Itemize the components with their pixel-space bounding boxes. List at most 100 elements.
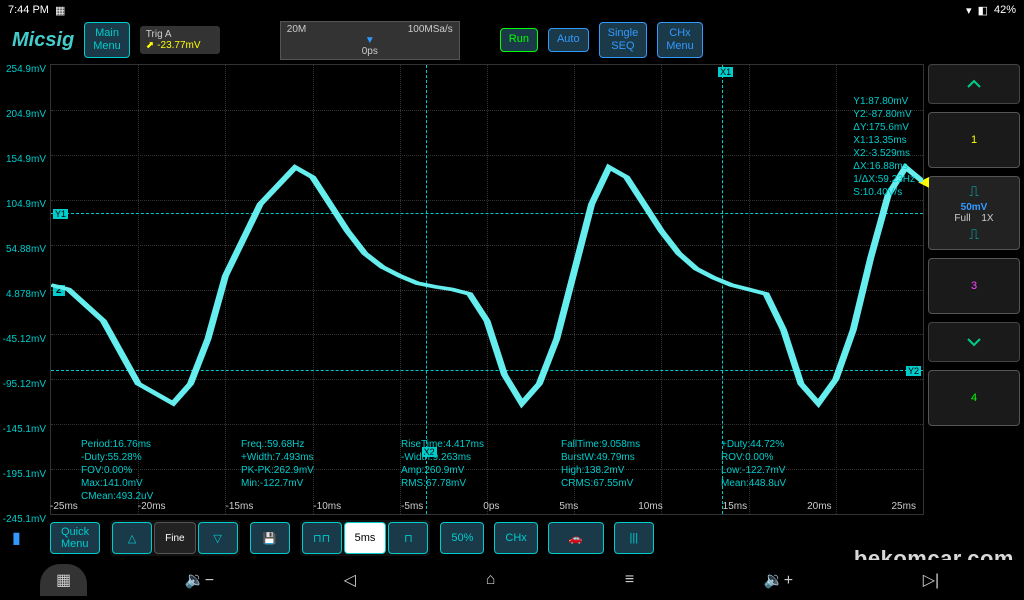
channel-3-button[interactable]: 3 (928, 258, 1020, 314)
top-toolbar: Micsig Main Menu Trig A ⬈ -23.77mV 20M 1… (0, 20, 1024, 60)
increase-button[interactable]: △ (112, 522, 152, 554)
wifi-icon: ▾ (966, 4, 972, 17)
fifty-percent-button[interactable]: 50% (440, 522, 484, 554)
auto-button[interactable]: Auto (548, 28, 589, 51)
x-tick: 20ms (807, 501, 831, 512)
meas-freq: Freq.:59.68Hz (241, 439, 381, 450)
meas-burstw: BurstW:49.79ms (561, 452, 701, 463)
y-tick: 204.9mV (0, 109, 50, 154)
brand-logo: Micsig (12, 29, 74, 52)
trigger-indicator[interactable]: Trig A ⬈ -23.77mV (140, 26, 220, 54)
battery-icon: ◧ (978, 4, 988, 17)
coupling-label: Full (954, 213, 970, 224)
y-tick: 254.9mV (0, 64, 50, 109)
channel-1-label: 1 (971, 134, 977, 146)
floppy-icon: 💾 (263, 532, 277, 545)
meas-col-3: RiseTime:4.417ms -Width:9.263ms Amp:260.… (401, 439, 541, 502)
scroll-up-button[interactable] (928, 64, 1020, 104)
channel-4-button[interactable]: 4 (928, 370, 1020, 426)
sample-rate: 100MSa/s (408, 24, 453, 35)
meas-rov: ROV:0.00% (721, 452, 861, 463)
battery-percent: 42% (994, 4, 1016, 16)
x-tick: -10ms (313, 501, 341, 512)
quick-menu-button[interactable]: Quick Menu (50, 522, 100, 554)
memory-depth: 20M (287, 24, 306, 35)
android-status-bar: 7:44 PM ▦ ▾ ◧ 42% (0, 0, 1024, 20)
scroll-down-button[interactable] (928, 322, 1020, 362)
recent-apps-button[interactable]: ≡ (625, 571, 634, 589)
y-tick: -45.12mV (0, 334, 50, 379)
x-tick: -25ms (50, 501, 78, 512)
trigger-label: Trig A (146, 29, 214, 40)
automotive-preset-button[interactable]: 🚗 (548, 522, 604, 554)
meas-high: High:138.2mV (561, 465, 701, 476)
channel-1-button[interactable]: 1 (928, 112, 1020, 168)
chx-menu-button[interactable]: CHx Menu (657, 22, 703, 58)
probe-label: 1X (981, 213, 993, 224)
trigger-level: -23.77mV (157, 40, 200, 51)
meas-falltime: FallTime:9.058ms (561, 439, 701, 450)
run-button[interactable]: Run (500, 28, 538, 51)
y-axis-labels: 254.9mV 204.9mV 154.9mV 104.9mV 54.88mV … (0, 60, 50, 515)
meas-pos-duty: +Duty:44.72% (721, 439, 861, 450)
meas-col-1: Period:16.76ms -Duty:55.28% FOV:0.00% Ma… (81, 439, 221, 502)
cursor-y1-value: Y1:87.80mV (853, 95, 915, 108)
gallery-button[interactable]: ▦ (40, 564, 87, 596)
meas-fov: FOV:0.00% (81, 465, 221, 476)
chx-button[interactable]: CHx (494, 522, 537, 554)
meas-rms: RMS:67.78mV (401, 478, 541, 489)
x-tick: -15ms (226, 501, 254, 512)
picture-icon: ▦ (56, 572, 71, 589)
channel-4-label: 4 (971, 392, 977, 404)
zoom-out-time-button[interactable]: ⊓⊓ (302, 522, 342, 554)
timebase-adjust-group: ⊓⊓ 5ms ⊓ (300, 520, 431, 556)
y-tick: 154.9mV (0, 154, 50, 199)
home-button[interactable]: ⌂ (486, 571, 496, 589)
meas-amp: Amp:260.9mV (401, 465, 541, 476)
car-icon: 🚗 (569, 532, 583, 545)
meas-col-5: +Duty:44.72% ROV:0.00% Low:-122.7mV Mean… (721, 439, 861, 502)
save-button[interactable]: 💾 (250, 522, 290, 554)
volume-up-button[interactable]: 🔉+ (764, 570, 793, 590)
vertical-adjust-group: △ Fine ▽ (110, 520, 239, 556)
channel-3-label: 3 (971, 280, 977, 292)
back-button[interactable]: ◁ (344, 570, 356, 590)
y-tick: 54.88mV (0, 244, 50, 289)
x-tick: 10ms (638, 501, 662, 512)
meas-low: Low:-122.7mV (721, 465, 861, 476)
meas-risetime: RiseTime:4.417ms (401, 439, 541, 450)
trigger-position-marker: ▼ (287, 35, 453, 46)
measurements-overlay: Period:16.76ms -Duty:55.28% FOV:0.00% Ma… (81, 439, 913, 502)
decrease-button[interactable]: ▽ (198, 522, 238, 554)
main-menu-button[interactable]: Main Menu (84, 22, 130, 58)
square-wave-icon: ⎍ (969, 226, 979, 243)
fine-toggle-button[interactable]: Fine (154, 522, 195, 554)
clock: 7:44 PM (8, 4, 49, 16)
screenshot-icon: ▦ (55, 4, 65, 17)
cursor-x1-value: X1:13.35ms (853, 134, 915, 147)
zoom-in-time-button[interactable]: ⊓ (388, 522, 428, 554)
timebase-value[interactable]: 5ms (344, 522, 387, 554)
cursor-x2-value: X2:-3.529ms (853, 147, 915, 160)
triangle-down-icon: ▽ (213, 532, 221, 545)
meas-period: Period:16.76ms (81, 439, 221, 450)
volume-down-button[interactable]: 🔉− (185, 570, 214, 590)
meas-neg-width: -Width:9.263ms (401, 452, 541, 463)
cursor-slew-value: S:10.40V/s (853, 186, 915, 199)
meas-pos-width: +Width:7.493ms (241, 452, 381, 463)
y-tick: -145.1mV (0, 424, 50, 469)
cursor-lines-icon: ||| (629, 532, 638, 544)
oscilloscope-plot[interactable]: Y1 Y2 X1 X2 2 ◀ Y1:87.80mV Y2:-87.80mV Δ… (50, 64, 924, 515)
cursor-button[interactable]: ||| (614, 522, 654, 554)
cursor-readout: Y1:87.80mV Y2:-87.80mV ΔY:175.6mV X1:13.… (853, 95, 915, 199)
single-seq-button[interactable]: Single SEQ (599, 22, 648, 58)
channel-panel: 1 ⎍ 50mV Full 1X ⎍ 3 4 (924, 60, 1024, 515)
channel-2-button[interactable]: ⎍ 50mV Full 1X ⎍ (928, 176, 1020, 250)
time-position: 0ps (287, 46, 453, 57)
play-next-button[interactable]: ▷| (923, 570, 939, 590)
timebase-indicator[interactable]: 20M 100MSa/s ▼ 0ps (280, 21, 460, 60)
x-tick: -5ms (401, 501, 423, 512)
x-axis-labels: -25ms -20ms -15ms -10ms -5ms 0ps 5ms 10m… (50, 501, 916, 512)
square-wave-icon: ⎍ (969, 183, 979, 200)
y-tick: 4.878mV (0, 289, 50, 334)
